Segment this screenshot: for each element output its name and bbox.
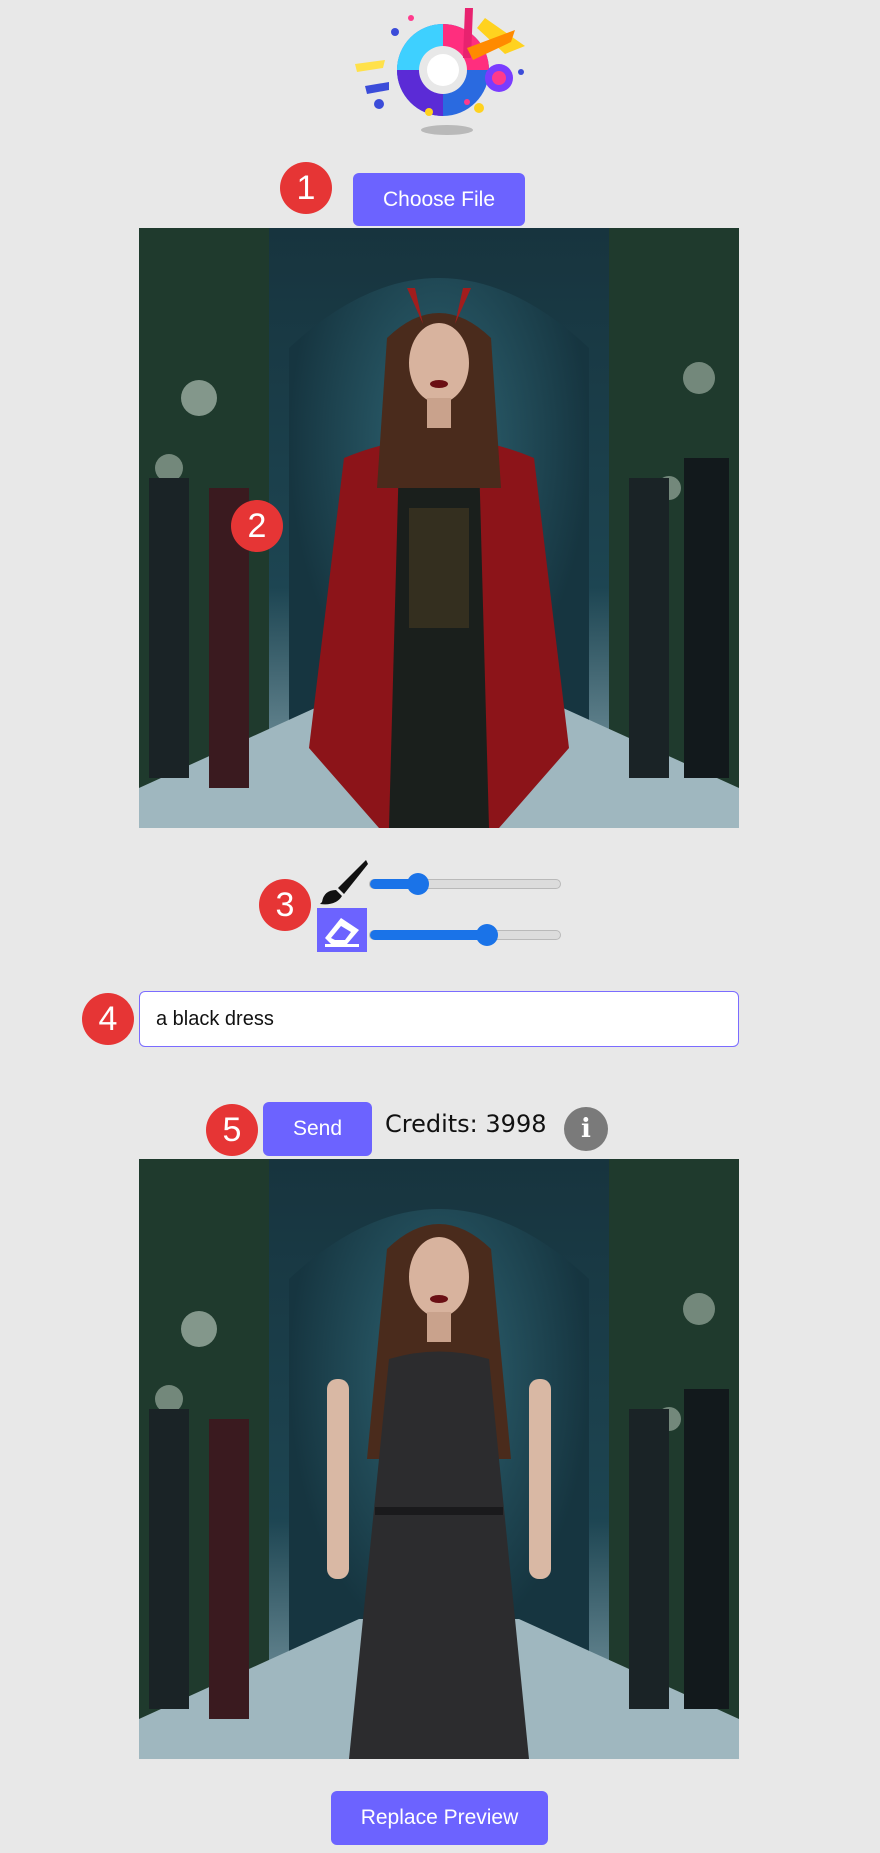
choose-file-button[interactable]: Choose File <box>353 173 525 226</box>
step-2-badge: 2 <box>231 500 283 552</box>
brush-size-slider[interactable] <box>369 873 561 895</box>
step-1-badge: 1 <box>280 162 332 214</box>
step-5-badge: 5 <box>206 1104 258 1156</box>
prompt-input[interactable] <box>139 991 739 1047</box>
app-logo <box>355 8 535 140</box>
send-button[interactable]: Send <box>263 1102 372 1156</box>
paintbrush-icon[interactable] <box>318 858 370 906</box>
credits-label: Credits: <box>385 1110 478 1138</box>
step-4-badge: 4 <box>82 993 134 1045</box>
step-3-badge: 3 <box>259 879 311 931</box>
replace-preview-button[interactable]: Replace Preview <box>331 1791 548 1845</box>
eraser-size-slider[interactable] <box>369 924 561 946</box>
info-icon[interactable]: i <box>564 1107 608 1151</box>
eraser-icon[interactable] <box>317 908 367 952</box>
source-image-canvas[interactable] <box>139 228 739 828</box>
result-image <box>139 1159 739 1759</box>
credits-display: Credits: 3998 <box>385 1110 546 1138</box>
credits-value: 3998 <box>485 1110 547 1138</box>
